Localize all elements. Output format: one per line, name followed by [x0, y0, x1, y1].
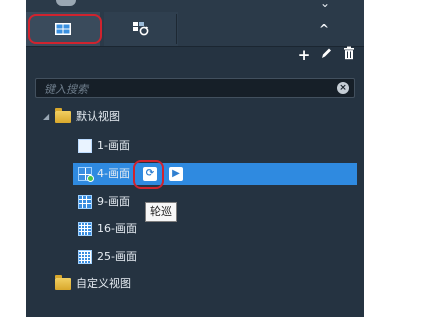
layout-label: 1-画面 — [97, 139, 130, 152]
toolbar: + — [26, 46, 364, 66]
layout-label: 16-画面 — [97, 222, 137, 235]
layout-label: 9-画面 — [97, 195, 130, 208]
tree-item-layout-16[interactable]: 16-画面 — [78, 219, 198, 239]
folder-label: 默认视图 — [76, 110, 120, 123]
search-placeholder: 键入搜索 — [44, 83, 88, 96]
layout-label: 25-画面 — [97, 250, 137, 263]
play-icon[interactable]: ▶ — [169, 167, 183, 181]
tab-carousel[interactable] — [104, 12, 178, 46]
tree-item-layout-9[interactable]: 9-画面 — [78, 192, 198, 212]
folder-icon — [55, 108, 71, 123]
delete-icon[interactable] — [341, 46, 357, 64]
layout-25-icon — [78, 250, 92, 264]
layout-16-icon — [78, 222, 92, 236]
top-cap-icon — [56, 0, 76, 6]
view-panel: ⌄ ^ + 键入搜索 × ◢ 默认视图 1-画面 4-画面 ⟳ ▶ 9-画面 轮… — [26, 0, 364, 317]
search-input[interactable]: 键入搜索 × — [35, 78, 355, 98]
active-status-icon — [87, 175, 94, 182]
button-highlight — [133, 160, 164, 189]
tab-highlight — [28, 14, 102, 44]
tab-bar: ⌄ ^ — [26, 0, 364, 47]
tab-divider — [176, 14, 177, 44]
layout-9-icon — [78, 195, 92, 209]
tree-item-layout-1[interactable]: 1-画面 — [78, 136, 198, 156]
layout-1-icon — [78, 139, 92, 153]
folder-label: 自定义视图 — [76, 277, 131, 290]
tree-folder-default[interactable]: 默认视图 — [55, 107, 195, 127]
tree-item-layout-25[interactable]: 25-画面 — [78, 247, 198, 267]
clear-search-icon[interactable]: × — [337, 82, 349, 94]
expand-arrow-icon[interactable]: ◢ — [43, 112, 49, 121]
carousel-icon — [133, 22, 149, 36]
layout-label: 4-画面 — [97, 167, 130, 180]
tree-folder-custom[interactable]: 自定义视图 — [55, 274, 195, 294]
chevron-up-icon[interactable]: ^ — [319, 22, 329, 36]
folder-icon — [55, 275, 71, 290]
edit-icon[interactable] — [318, 46, 334, 64]
add-icon[interactable]: + — [296, 46, 312, 64]
chevron-down-icon[interactable]: ⌄ — [320, 0, 330, 10]
